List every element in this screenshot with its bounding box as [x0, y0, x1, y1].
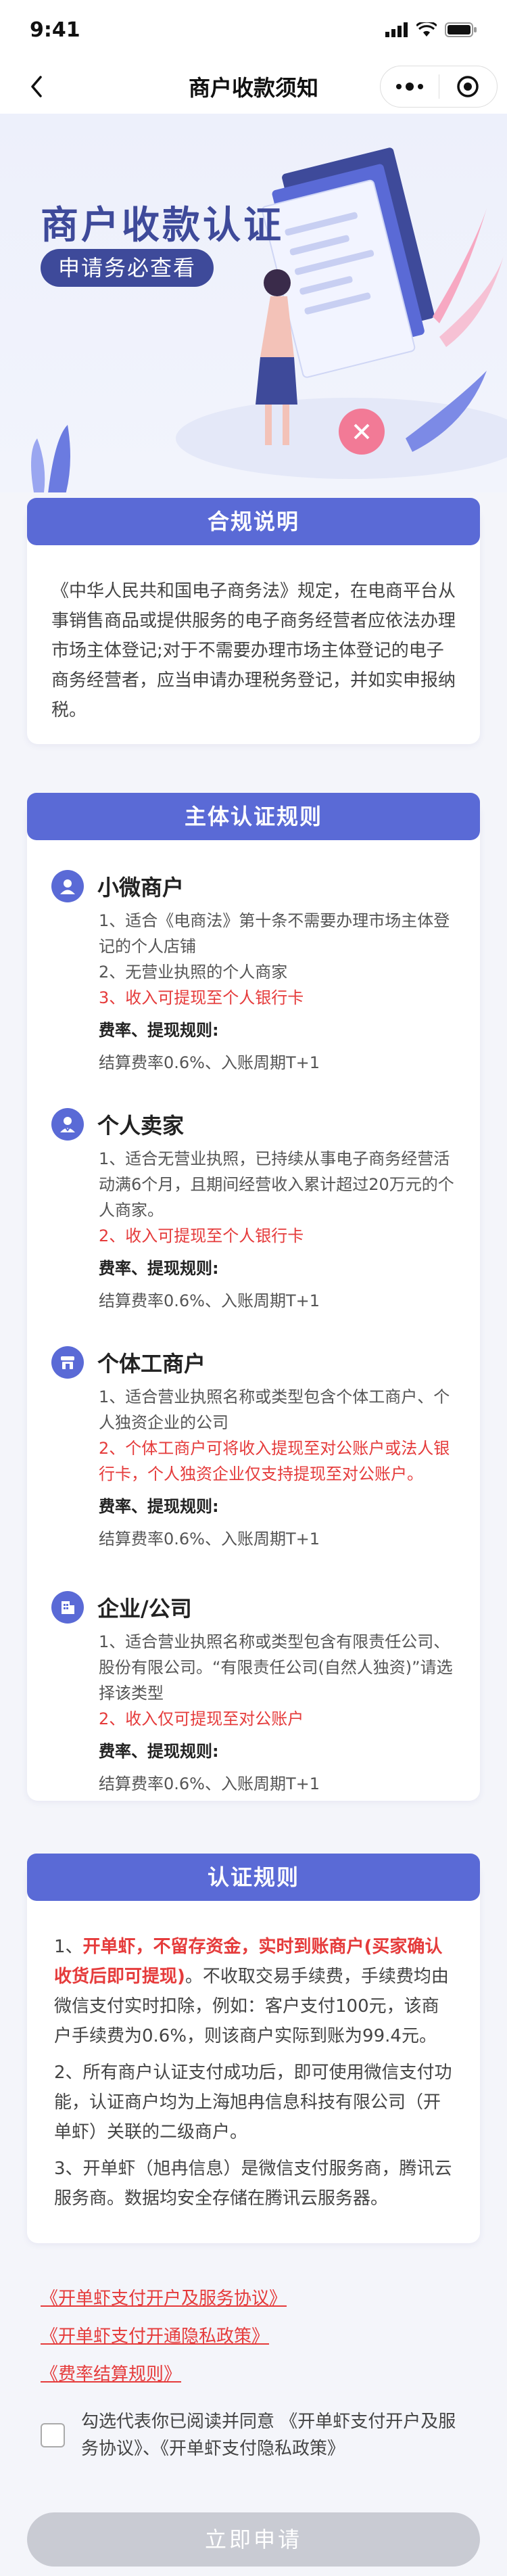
entity-name: 小微商户	[97, 875, 185, 900]
fee-value: 结算费率0.6%、入账周期T+1	[99, 1291, 320, 1310]
mini-program-capsule	[380, 66, 498, 108]
entity-withdraw-rule: 2、个体工商户可将收入提现至对公账户或法人银行卡，个人独资企业仅支持提现至对公账…	[99, 1439, 450, 1484]
shop-icon	[51, 1346, 84, 1379]
entity-line: 1、适合《电商法》第十条不需要办理市场主体登记的个人店铺	[99, 911, 450, 956]
hero-title: 商户收款认证	[41, 204, 284, 248]
chevron-left-icon	[31, 76, 42, 97]
entity-company: 企业/公司 1、适合营业执照名称或类型包含有限责任公司、股份有限公司。“有限责任…	[51, 1588, 456, 1812]
signal-icon	[385, 22, 408, 37]
target-close-icon	[457, 76, 479, 97]
entity-name: 个人卖家	[97, 1113, 185, 1138]
agree-checkbox[interactable]	[41, 2423, 65, 2447]
entity-line: 1、适合营业执照名称或类型包含个体工商户、个人独资企业的公司	[99, 1387, 450, 1432]
service-agreement-link[interactable]: 《开单虾支付开户及服务协议》	[41, 2280, 287, 2318]
more-dots-icon	[395, 83, 423, 91]
agree-text: 勾选代表你已阅读并同意 《开单虾支付开户及服务协议》、《开单虾支付隐私政策》	[81, 2412, 456, 2459]
compliance-card: 合规说明 《中华人民共和国电子商务法》规定，在电商平台从事销售商品或提供服务的电…	[27, 498, 480, 744]
subject-rules-header: 主体认证规则	[27, 793, 480, 840]
fee-label: 费率、提现规则:	[99, 1497, 219, 1516]
auth-rule-2: 2、所有商户认证支付成功后，即可使用微信支付功能，认证商户均为上海旭冉信息科技有…	[54, 2063, 452, 2142]
agreement-consent: 勾选代表你已阅读并同意 《开单虾支付开户及服务协议》、《开单虾支付隐私政策》	[41, 2408, 466, 2462]
wifi-icon	[416, 22, 437, 37]
more-button[interactable]	[381, 66, 439, 107]
fee-label: 费率、提现规则:	[99, 1742, 219, 1761]
auth-rule-1-prefix: 1、	[54, 1937, 83, 1957]
fee-value: 结算费率0.6%、入账周期T+1	[99, 1774, 320, 1793]
entity-line: 1、适合营业执照名称或类型包含有限责任公司、股份有限公司。“有限责任公司(自然人…	[99, 1632, 453, 1703]
status-time: 9:41	[30, 18, 80, 42]
auth-rules-card: 认证规则 1、开单虾，不留存资金，实时到账商户(买家确认收货后即可提现)。不收取…	[27, 1854, 480, 2243]
auth-rule-1: 1、开单虾，不留存资金，实时到账商户(买家确认收货后即可提现)。不收取交易手续费…	[54, 1932, 453, 2051]
status-icons	[385, 22, 477, 37]
person-badge-icon	[51, 1108, 84, 1141]
compliance-header: 合规说明	[27, 498, 480, 545]
auth-rule-3: 3、开单虾（旭冉信息）是微信支付服务商，腾讯云服务商。数据均安全存储在腾讯云服务…	[54, 2159, 452, 2209]
entity-withdraw-rule: 2、收入可提现至个人银行卡	[99, 1226, 304, 1245]
fee-rules-link[interactable]: 《费率结算规则》	[41, 2355, 287, 2393]
battery-icon	[445, 22, 477, 37]
fee-label: 费率、提现规则:	[99, 1021, 219, 1040]
entity-line: 2、无营业执照的个人商家	[99, 963, 288, 982]
nav-bar: 商户收款须知	[0, 60, 507, 114]
fee-value: 结算费率0.6%、入账周期T+1	[99, 1530, 320, 1548]
hero-illustration	[31, 147, 507, 492]
entity-name: 企业/公司	[97, 1596, 192, 1622]
entity-sole-proprietor: 个体工商户 1、适合营业执照名称或类型包含个体工商户、个人独资企业的公司 2、个…	[51, 1343, 456, 1567]
entity-name: 个体工商户	[97, 1351, 206, 1377]
fee-value: 结算费率0.6%、入账周期T+1	[99, 1053, 320, 1072]
user-icon	[51, 870, 84, 902]
back-button[interactable]	[16, 66, 57, 107]
building-icon	[51, 1591, 84, 1624]
fee-label: 费率、提现规则:	[99, 1259, 219, 1278]
hero-badge: 申请务必查看	[41, 249, 214, 287]
entity-list: 小微商户 1、适合《电商法》第十条不需要办理市场主体登记的个人店铺 2、无营业执…	[27, 804, 480, 1812]
close-miniapp-button[interactable]	[439, 66, 498, 107]
entity-line: 1、适合无营业执照，已持续从事电子商务经营活动满6个月，且期间经营收入累计超过2…	[99, 1149, 454, 1220]
entity-small-micro: 小微商户 1、适合《电商法》第十条不需要办理市场主体登记的个人店铺 2、无营业执…	[51, 867, 456, 1084]
privacy-policy-link[interactable]: 《开单虾支付开通隐私政策》	[41, 2318, 287, 2355]
apply-button[interactable]: 立即申请	[27, 2512, 480, 2567]
subject-rules-card: 主体认证规则 小微商户 1、适合《电商法》第十条不需要办理市场主体登记的个人店铺…	[27, 793, 480, 1801]
status-bar: 9:41	[0, 0, 507, 60]
agreement-links: 《开单虾支付开户及服务协议》 《开单虾支付开通隐私政策》 《费率结算规则》	[41, 2280, 287, 2393]
auth-rules-header: 认证规则	[27, 1854, 480, 1901]
hero-banner: 商户收款认证 申请务必查看	[0, 114, 507, 492]
entity-individual-seller: 个人卖家 1、适合无营业执照，已持续从事电子商务经营活动满6个月，且期间经营收入…	[51, 1105, 456, 1322]
entity-withdraw-rule: 3、收入可提现至个人银行卡	[99, 988, 304, 1007]
entity-withdraw-rule: 2、收入仅可提现至对公账户	[99, 1709, 304, 1728]
